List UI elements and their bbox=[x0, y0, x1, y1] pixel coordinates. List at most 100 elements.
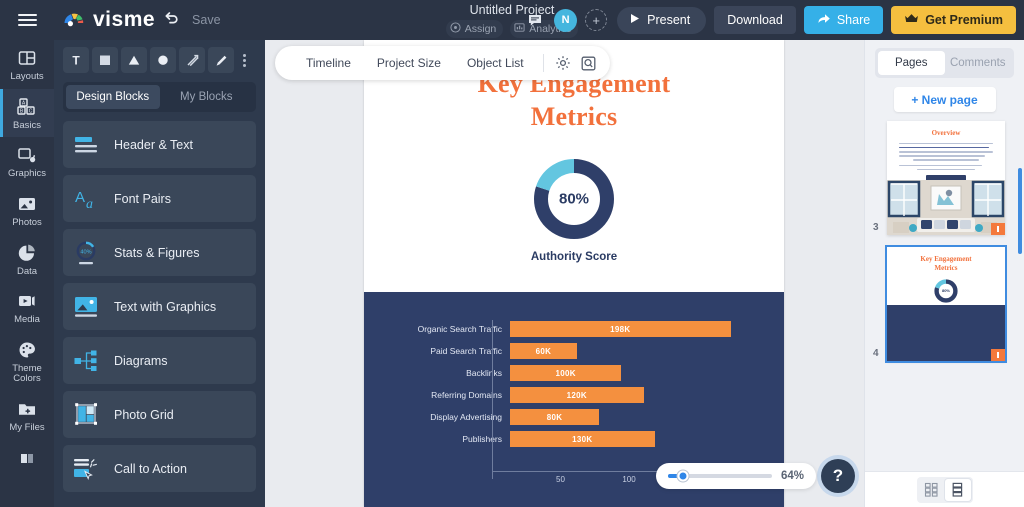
bar-row[interactable]: Referring Domains 120K bbox=[382, 384, 766, 406]
photos-icon bbox=[16, 193, 38, 215]
download-button[interactable]: Download bbox=[714, 6, 796, 34]
sidebar-item-photos[interactable]: Photos bbox=[0, 186, 54, 235]
thumbnail-donut-value: 80% bbox=[939, 283, 953, 298]
crown-icon bbox=[904, 13, 919, 27]
canvas-area[interactable]: Key Engagement Metrics 80% Authority Sco… bbox=[265, 40, 864, 507]
block-call-to-action[interactable]: Call to Action bbox=[63, 445, 256, 492]
sidebar-item-my-files[interactable]: My Files bbox=[0, 391, 54, 440]
object-list-button[interactable]: Object List bbox=[454, 56, 537, 70]
block-font-pairs[interactable]: Aa Font Pairs bbox=[63, 175, 256, 222]
zoom-slider-handle[interactable] bbox=[677, 470, 689, 482]
page-thumbnail-4[interactable]: Key Engagement Metrics 80% Authority Sco… bbox=[885, 245, 1007, 363]
rectangle-tool[interactable] bbox=[92, 47, 118, 73]
donut-caption: Authority Score bbox=[530, 251, 618, 263]
thumbnail-title: Key Engagement Metrics bbox=[887, 247, 1005, 273]
bar-value: 60K bbox=[535, 346, 552, 356]
bar-category: Referring Domains bbox=[431, 390, 502, 400]
tab-my-blocks[interactable]: My Blocks bbox=[160, 85, 254, 109]
share-icon bbox=[817, 12, 831, 28]
hamburger-icon[interactable] bbox=[0, 0, 54, 40]
download-label: Download bbox=[727, 13, 783, 27]
sidebar-label: My Files bbox=[9, 422, 45, 433]
tab-pages[interactable]: Pages bbox=[878, 51, 945, 75]
find-object-icon[interactable] bbox=[576, 50, 602, 76]
avatar[interactable]: N bbox=[554, 8, 578, 32]
more-tools-icon[interactable] bbox=[237, 53, 251, 67]
donut-value: 80% bbox=[550, 175, 598, 223]
bar-row[interactable]: Backlinks 100K bbox=[382, 362, 766, 384]
zoom-slider[interactable] bbox=[668, 470, 772, 482]
grid-view-toggle[interactable] bbox=[919, 479, 945, 501]
list-view-toggle[interactable] bbox=[944, 478, 971, 501]
call-to-action-icon bbox=[72, 454, 102, 484]
sidebar-item-basics[interactable]: ABC Basics bbox=[0, 88, 54, 138]
bar: 198K bbox=[510, 321, 731, 337]
graphics-icon bbox=[16, 144, 38, 166]
slide-canvas[interactable]: Key Engagement Metrics 80% Authority Sco… bbox=[364, 40, 784, 507]
share-button[interactable]: Share bbox=[803, 6, 884, 34]
present-button[interactable]: Present bbox=[617, 6, 707, 34]
gear-icon[interactable] bbox=[550, 50, 576, 76]
new-page-button[interactable]: + New page bbox=[893, 87, 996, 112]
premium-label: Get Premium bbox=[925, 13, 1003, 27]
project-size-button[interactable]: Project Size bbox=[364, 56, 454, 70]
thumbnail-title-line1: Key Engagement bbox=[920, 255, 972, 263]
pages-scrollbar[interactable] bbox=[1018, 168, 1022, 254]
undo-icon[interactable] bbox=[163, 9, 180, 31]
block-photo-grid[interactable]: Photo Grid bbox=[63, 391, 256, 438]
blocks-panel: T Design Blocks My Blocks Header & Text … bbox=[54, 40, 265, 507]
sidebar-item-theme-colors[interactable]: Theme Colors bbox=[0, 332, 54, 391]
block-text-with-graphics[interactable]: Text with Graphics bbox=[63, 283, 256, 330]
bar-row[interactable]: Organic Search Traffic 198K bbox=[382, 318, 766, 340]
header-text-icon bbox=[72, 130, 102, 160]
block-stats-figures[interactable]: 40% Stats & Figures bbox=[63, 229, 256, 276]
block-label: Diagrams bbox=[114, 353, 168, 368]
text-tool[interactable]: T bbox=[63, 47, 89, 73]
save-button[interactable]: Save bbox=[192, 13, 221, 27]
slide-title-line2: Metrics bbox=[530, 101, 618, 131]
y-axis-line bbox=[492, 320, 493, 479]
line-tool[interactable] bbox=[179, 47, 205, 73]
add-user-icon[interactable]: + bbox=[585, 9, 608, 31]
tab-design-blocks[interactable]: Design Blocks bbox=[66, 85, 160, 109]
sidebar-item-data[interactable]: Data bbox=[0, 235, 54, 284]
bar-row[interactable]: Paid Search Traffic 60K bbox=[382, 340, 766, 362]
svg-text:a: a bbox=[86, 197, 93, 211]
sidebar-item-layouts[interactable]: Layouts bbox=[0, 40, 54, 89]
block-diagrams[interactable]: Diagrams bbox=[63, 337, 256, 384]
thumbnail-donut: 80% bbox=[934, 278, 958, 303]
thumbnail-badge bbox=[991, 223, 1005, 235]
sidebar-label: Basics bbox=[13, 119, 41, 131]
comment-icon[interactable] bbox=[524, 9, 546, 31]
block-header-text[interactable]: Header & Text bbox=[63, 121, 256, 168]
get-premium-button[interactable]: Get Premium bbox=[891, 6, 1016, 34]
bar: 80K bbox=[510, 409, 600, 425]
page-number: 4 bbox=[873, 348, 879, 359]
bar-row[interactable]: Publishers 130K bbox=[382, 428, 766, 450]
triangle-tool[interactable] bbox=[121, 47, 147, 73]
x-tick: 100 bbox=[622, 475, 636, 484]
circle-tool[interactable] bbox=[150, 47, 176, 73]
authority-donut[interactable]: 80% Authority Score bbox=[364, 159, 784, 263]
text-graphics-icon bbox=[72, 292, 102, 322]
page-thumbnail-3[interactable]: Overview bbox=[887, 121, 1005, 235]
timeline-button[interactable]: Timeline bbox=[293, 56, 364, 70]
help-button[interactable]: ? bbox=[821, 459, 855, 493]
assign-button[interactable]: Assign bbox=[445, 19, 504, 38]
sidebar-item-media[interactable]: Media bbox=[0, 283, 54, 332]
media-icon bbox=[16, 290, 38, 312]
my-files-icon bbox=[16, 398, 38, 420]
sidebar-item-graphics[interactable]: Graphics bbox=[0, 137, 54, 186]
bar-row[interactable]: Display Advertising 80K bbox=[382, 406, 766, 428]
sidebar-label: Theme Colors bbox=[12, 362, 42, 385]
tab-comments[interactable]: Comments bbox=[945, 51, 1012, 75]
visme-logo[interactable]: visme bbox=[62, 8, 155, 32]
share-label: Share bbox=[836, 13, 871, 27]
sidebar-label: Media bbox=[14, 314, 40, 326]
zoom-control[interactable]: 64% bbox=[656, 463, 816, 489]
pen-tool[interactable] bbox=[208, 47, 234, 73]
pages-panel-tabs: Pages Comments bbox=[875, 48, 1014, 78]
left-rail: Layouts ABC Basics Graphics Photos Data bbox=[0, 40, 54, 507]
sidebar-item-more[interactable] bbox=[0, 440, 54, 475]
thumbnail-text-lines bbox=[887, 138, 1005, 171]
